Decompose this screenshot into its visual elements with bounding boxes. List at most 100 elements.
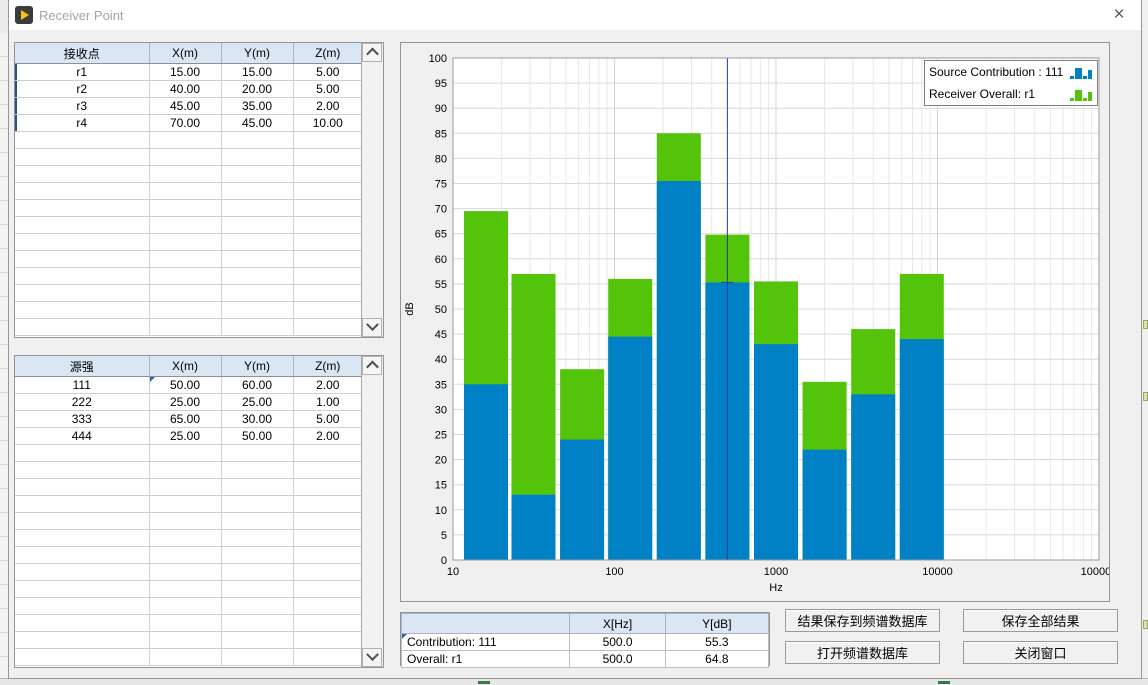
table-cell[interactable]: r4 — [15, 115, 149, 132]
table-cell[interactable]: 10.00 — [293, 115, 361, 132]
table-cell[interactable]: 25.00 — [221, 394, 293, 411]
table-cell[interactable] — [221, 615, 293, 632]
table-cell[interactable] — [15, 217, 149, 234]
table-cell[interactable] — [293, 513, 361, 530]
table-cell[interactable] — [221, 649, 293, 666]
table-cell[interactable] — [149, 462, 221, 479]
table-cell[interactable]: 65.00 — [149, 411, 221, 428]
table-cell[interactable] — [221, 132, 293, 149]
table-cell[interactable]: 25.00 — [149, 428, 221, 445]
table-cell[interactable] — [221, 166, 293, 183]
table-cell[interactable] — [221, 217, 293, 234]
table-cell[interactable] — [221, 285, 293, 302]
source-table-scrollbar[interactable] — [361, 356, 383, 667]
table-cell[interactable] — [293, 547, 361, 564]
table-cell[interactable]: 45.00 — [221, 115, 293, 132]
table-cell[interactable] — [293, 581, 361, 598]
table-cell[interactable] — [15, 149, 149, 166]
table-cell[interactable] — [149, 234, 221, 251]
table-cell[interactable] — [15, 649, 149, 666]
table-cell[interactable] — [149, 166, 221, 183]
cursor-cell[interactable]: 64.8 — [665, 651, 768, 668]
table-cell[interactable] — [149, 564, 221, 581]
scroll-up-button[interactable] — [362, 356, 382, 375]
cursor-cell[interactable]: Contribution: 111 — [402, 634, 570, 651]
table-cell[interactable]: r1 — [15, 64, 149, 81]
table-cell[interactable] — [221, 530, 293, 547]
table-cell[interactable]: 25.00 — [149, 394, 221, 411]
table-cell[interactable] — [293, 564, 361, 581]
table-cell[interactable]: 50.00 — [221, 428, 293, 445]
table-cell[interactable]: 444 — [15, 428, 149, 445]
table-cell[interactable] — [221, 513, 293, 530]
table-cell[interactable] — [293, 649, 361, 666]
table-cell[interactable]: 15.00 — [149, 64, 221, 81]
table-cell[interactable] — [221, 302, 293, 319]
table-cell[interactable] — [15, 319, 149, 336]
table-cell[interactable] — [15, 615, 149, 632]
table-cell[interactable] — [15, 132, 149, 149]
cursor-cell[interactable]: Overall: r1 — [402, 651, 570, 668]
table-cell[interactable] — [293, 615, 361, 632]
table-cell[interactable] — [221, 547, 293, 564]
table-cell[interactable] — [149, 445, 221, 462]
table-cell[interactable] — [293, 302, 361, 319]
table-cell[interactable] — [221, 462, 293, 479]
table-cell[interactable]: 60.00 — [221, 377, 293, 394]
table-cell[interactable]: 222 — [15, 394, 149, 411]
table-cell[interactable] — [15, 530, 149, 547]
table-cell[interactable] — [149, 217, 221, 234]
table-cell[interactable] — [149, 547, 221, 564]
table-cell[interactable] — [15, 513, 149, 530]
table-cell[interactable] — [149, 268, 221, 285]
table-cell[interactable] — [15, 632, 149, 649]
table-cell[interactable] — [293, 319, 361, 336]
open-spectrum-db-button[interactable]: 打开频谱数据库 — [785, 641, 940, 664]
table-cell[interactable] — [293, 445, 361, 462]
table-cell[interactable] — [15, 268, 149, 285]
table-cell[interactable]: 30.00 — [221, 411, 293, 428]
table-cell[interactable] — [149, 319, 221, 336]
close-window-button[interactable]: 关闭窗口 — [963, 641, 1118, 664]
table-cell[interactable] — [15, 285, 149, 302]
table-cell[interactable] — [15, 564, 149, 581]
table-cell[interactable]: 40.00 — [149, 81, 221, 98]
table-cell[interactable] — [149, 513, 221, 530]
table-cell[interactable] — [221, 496, 293, 513]
cursor-cell[interactable]: 500.0 — [570, 651, 665, 668]
table-cell[interactable]: 111 — [15, 377, 149, 394]
table-cell[interactable]: 20.00 — [221, 81, 293, 98]
table-cell[interactable] — [293, 285, 361, 302]
table-cell[interactable] — [15, 166, 149, 183]
table-cell[interactable] — [149, 632, 221, 649]
table-cell[interactable] — [221, 319, 293, 336]
table-cell[interactable] — [293, 166, 361, 183]
table-cell[interactable] — [221, 581, 293, 598]
scroll-down-button[interactable] — [362, 318, 382, 337]
table-cell[interactable] — [221, 479, 293, 496]
table-cell[interactable] — [15, 234, 149, 251]
table-cell[interactable] — [221, 183, 293, 200]
table-cell[interactable] — [149, 581, 221, 598]
table-cell[interactable] — [149, 615, 221, 632]
table-cell[interactable] — [149, 598, 221, 615]
title-bar[interactable]: Receiver Point × — [9, 0, 1141, 30]
close-icon[interactable]: × — [1107, 3, 1131, 27]
table-cell[interactable]: 2.00 — [293, 98, 361, 115]
table-cell[interactable]: 1.00 — [293, 394, 361, 411]
table-cell[interactable] — [293, 149, 361, 166]
table-cell[interactable]: 15.00 — [221, 64, 293, 81]
table-cell[interactable] — [293, 268, 361, 285]
table-cell[interactable] — [15, 200, 149, 217]
table-cell[interactable] — [149, 649, 221, 666]
table-cell[interactable] — [221, 268, 293, 285]
table-cell[interactable]: 45.00 — [149, 98, 221, 115]
table-cell[interactable] — [293, 251, 361, 268]
table-cell[interactable] — [149, 479, 221, 496]
save-to-spectrum-db-button[interactable]: 结果保存到频谱数据库 — [785, 609, 940, 632]
table-cell[interactable] — [15, 302, 149, 319]
table-cell[interactable] — [293, 234, 361, 251]
table-cell[interactable] — [15, 445, 149, 462]
table-cell[interactable] — [221, 251, 293, 268]
table-cell[interactable] — [221, 564, 293, 581]
